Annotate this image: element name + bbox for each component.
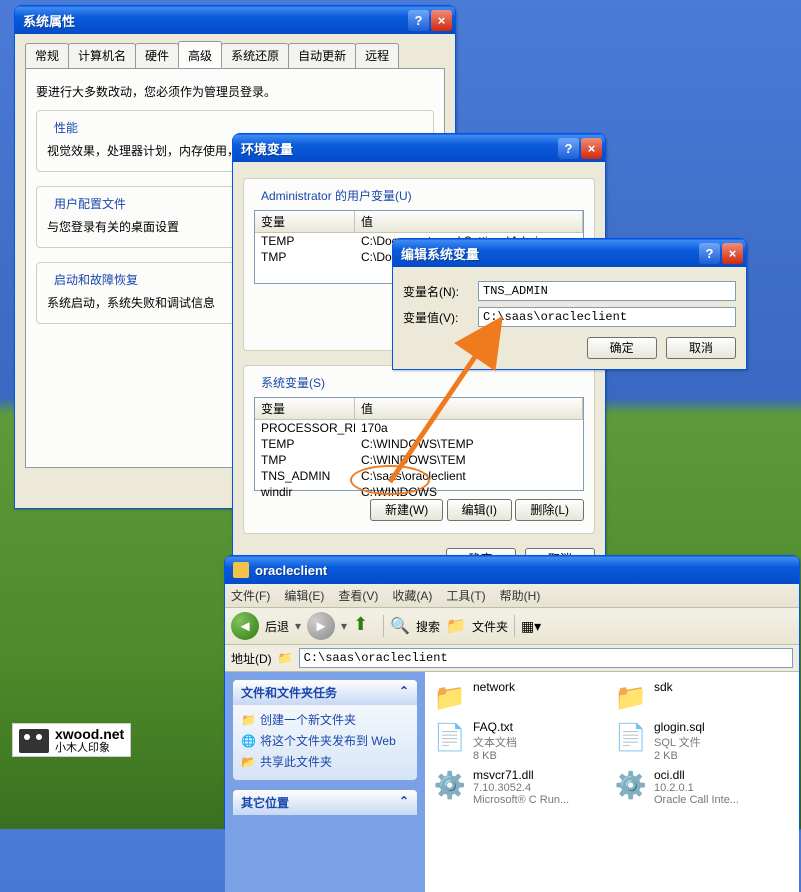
sysprops-titlebar[interactable]: 系统属性 ? × xyxy=(15,6,455,34)
var-name-input[interactable] xyxy=(478,281,736,301)
chevron-down-icon[interactable]: ▾ xyxy=(295,619,301,633)
folders-icon[interactable]: 📁 xyxy=(446,616,466,636)
tasks-title: 文件和文件夹任务 xyxy=(241,684,337,701)
text-icon: 📄 xyxy=(433,720,467,754)
collapse-icon[interactable]: ⌃ xyxy=(399,684,409,701)
list-item[interactable]: 📁sdk xyxy=(614,680,789,714)
cancel-button[interactable]: 取消 xyxy=(666,337,736,359)
performance-title: 性能 xyxy=(51,119,81,136)
chevron-down-icon[interactable]: ▾ xyxy=(341,619,347,633)
folder-icon: 📁 xyxy=(433,680,467,714)
address-label: 地址(D) xyxy=(231,650,272,667)
up-button[interactable]: ⬆ xyxy=(353,614,377,638)
col-value: 值 xyxy=(355,211,583,232)
profile-title: 用户配置文件 xyxy=(51,195,129,212)
close-icon[interactable]: × xyxy=(722,243,743,264)
folder-icon: 📁 xyxy=(241,713,256,727)
edit-title: 编辑系统变量 xyxy=(401,244,699,263)
dll-icon: ⚙️ xyxy=(614,768,648,802)
close-icon[interactable]: × xyxy=(581,138,602,159)
help-icon[interactable]: ? xyxy=(408,10,429,31)
list-item[interactable]: 📄FAQ.txt文本文档8 KB xyxy=(433,720,608,762)
table-row[interactable]: TEMPC:\WINDOWS\TEMP xyxy=(255,436,583,452)
table-row[interactable]: TMPC:\WINDOWS\TEM xyxy=(255,452,583,468)
edit-titlebar[interactable]: 编辑系统变量 ? × xyxy=(393,239,746,267)
explorer-file-list[interactable]: 📁network 📁sdk 📄FAQ.txt文本文档8 KB 📄glogin.s… xyxy=(425,672,799,892)
forward-button[interactable]: ► xyxy=(307,612,335,640)
edit-sysvar-dialog: 编辑系统变量 ? × 变量名(N): 变量值(V): 确定 取消 xyxy=(392,238,747,370)
tab-auto-update[interactable]: 自动更新 xyxy=(288,43,356,68)
help-icon[interactable]: ? xyxy=(558,138,579,159)
tab-computer-name[interactable]: 计算机名 xyxy=(68,43,136,68)
table-row[interactable]: windirC:\WINDOWS xyxy=(255,484,583,500)
list-item[interactable]: 📄glogin.sqlSQL 文件2 KB xyxy=(614,720,789,762)
close-icon[interactable]: × xyxy=(431,10,452,31)
menu-help[interactable]: 帮助(H) xyxy=(500,587,541,604)
address-input[interactable] xyxy=(299,648,793,668)
col-variable: 变量 xyxy=(255,398,355,419)
folder-icon xyxy=(233,562,249,578)
menu-edit[interactable]: 编辑(E) xyxy=(284,587,324,604)
explorer-titlebar[interactable]: oracleclient xyxy=(225,556,799,584)
tab-general[interactable]: 常规 xyxy=(25,43,69,68)
back-label: 后退 xyxy=(265,618,289,635)
publish-link[interactable]: 🌐将这个文件夹发布到 Web xyxy=(241,730,409,751)
col-value: 值 xyxy=(355,398,583,419)
robot-icon xyxy=(19,729,49,753)
env-titlebar[interactable]: 环境变量 ? × xyxy=(233,134,605,162)
tab-hardware[interactable]: 硬件 xyxy=(135,43,179,68)
tab-system-restore[interactable]: 系统还原 xyxy=(221,43,289,68)
share-link[interactable]: 📂共享此文件夹 xyxy=(241,751,409,772)
explorer-window: oracleclient 文件(F) 编辑(E) 查看(V) 收藏(A) 工具(… xyxy=(224,555,800,829)
globe-icon: 🌐 xyxy=(241,734,256,748)
folders-label[interactable]: 文件夹 xyxy=(472,618,508,635)
sys-vars-list[interactable]: 变量 值 PROCESSOR_RE...170a TEMPC:\WINDOWS\… xyxy=(254,397,584,491)
tab-remote[interactable]: 远程 xyxy=(355,43,399,68)
folder-icon: 📁 xyxy=(614,680,648,714)
var-value-input[interactable] xyxy=(478,307,736,327)
watermark: xwood.net小木人印象 xyxy=(12,723,131,757)
sys-new-button[interactable]: 新建(W) xyxy=(370,499,443,521)
var-value-label: 变量值(V): xyxy=(403,309,478,326)
views-button[interactable]: ▦▾ xyxy=(521,618,541,635)
table-row[interactable]: PROCESSOR_RE...170a xyxy=(255,420,583,436)
intro-text: 要进行大多数改动，您必须作为管理员登录。 xyxy=(36,83,434,100)
sys-vars-title: 系统变量(S) xyxy=(258,374,328,391)
share-icon: 📂 xyxy=(241,755,256,769)
search-icon[interactable]: 🔍 xyxy=(390,616,410,636)
search-label[interactable]: 搜索 xyxy=(416,618,440,635)
explorer-menubar: 文件(F) 编辑(E) 查看(V) 收藏(A) 工具(T) 帮助(H) xyxy=(225,584,799,608)
menu-file[interactable]: 文件(F) xyxy=(231,587,270,604)
var-name-label: 变量名(N): xyxy=(403,283,478,300)
menu-view[interactable]: 查看(V) xyxy=(338,587,378,604)
help-icon[interactable]: ? xyxy=(699,243,720,264)
menu-favorites[interactable]: 收藏(A) xyxy=(392,587,432,604)
col-variable: 变量 xyxy=(255,211,355,232)
list-item[interactable]: ⚙️msvcr71.dll7.10.3052.4Microsoft® C Run… xyxy=(433,768,608,806)
dll-icon: ⚙️ xyxy=(433,768,467,802)
text-icon: 📄 xyxy=(614,720,648,754)
new-folder-link[interactable]: 📁创建一个新文件夹 xyxy=(241,709,409,730)
back-button[interactable]: ◄ xyxy=(231,612,259,640)
folder-icon: 📁 xyxy=(278,651,293,665)
sysprops-title: 系统属性 xyxy=(23,11,408,30)
sysprops-tabs: 常规 计算机名 硬件 高级 系统还原 自动更新 远程 xyxy=(25,43,445,69)
ok-button[interactable]: 确定 xyxy=(587,337,657,359)
startup-title: 启动和故障恢复 xyxy=(51,271,141,288)
explorer-title: oracleclient xyxy=(255,563,796,578)
user-vars-title: Administrator 的用户变量(U) xyxy=(258,187,415,204)
table-row[interactable]: TNS_ADMINC:\saas\oracleclient xyxy=(255,468,583,484)
menu-tools[interactable]: 工具(T) xyxy=(446,587,485,604)
explorer-sidebar: 文件和文件夹任务 ⌃ 📁创建一个新文件夹 🌐将这个文件夹发布到 Web 📂共享此文… xyxy=(225,672,425,892)
tab-advanced[interactable]: 高级 xyxy=(178,41,222,68)
address-bar: 地址(D) 📁 xyxy=(225,645,799,672)
other-places-title: 其它位置 xyxy=(241,794,289,811)
sys-delete-button[interactable]: 删除(L) xyxy=(515,499,584,521)
list-item[interactable]: 📁network xyxy=(433,680,608,714)
env-title: 环境变量 xyxy=(241,139,558,158)
sys-edit-button[interactable]: 编辑(I) xyxy=(447,499,512,521)
explorer-navbar: ◄ 后退 ▾ ► ▾ ⬆ 🔍 搜索 📁 文件夹 ▦▾ xyxy=(225,608,799,645)
collapse-icon[interactable]: ⌃ xyxy=(399,794,409,811)
list-item[interactable]: ⚙️oci.dll10.2.0.1Oracle Call Inte... xyxy=(614,768,789,806)
